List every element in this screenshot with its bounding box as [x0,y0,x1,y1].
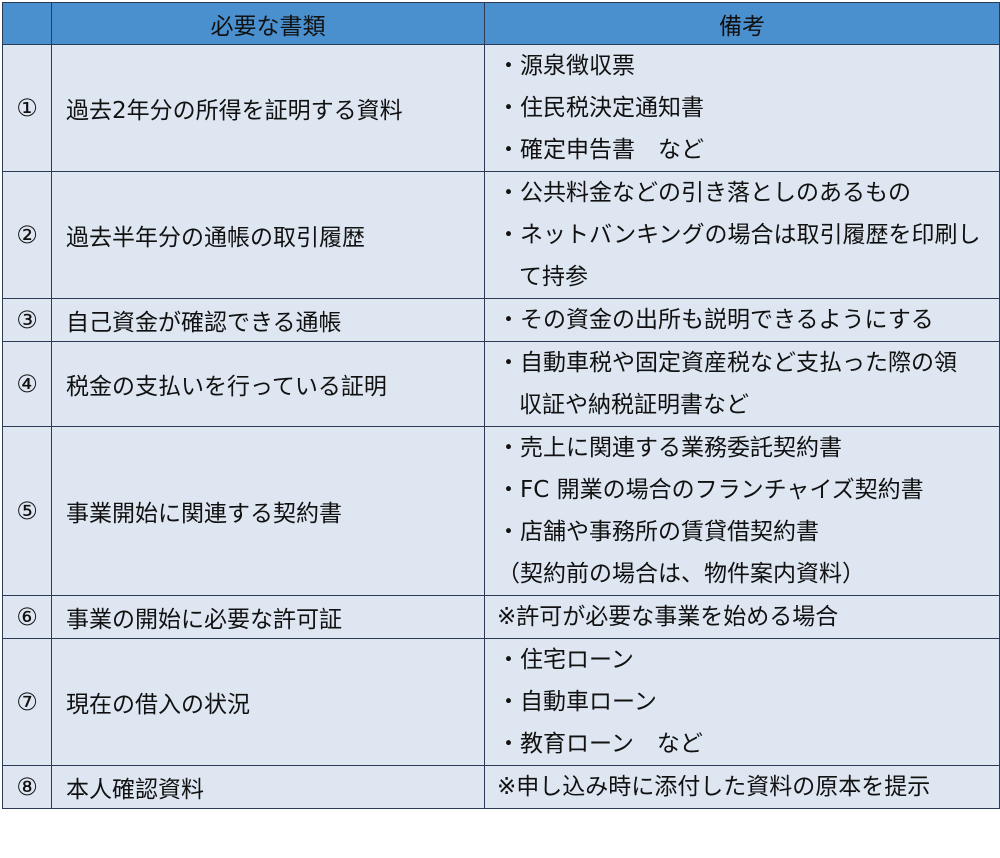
note-line: ・FC 開業の場合のフランチャイズ契約書 [497,477,924,503]
note-line: ・自動車ローン [497,689,657,715]
note-cell: ・源泉徴収票 ・住民税決定通知書 ・確定申告書 など [484,44,1000,172]
note-cell: ※許可が必要な事業を始める場合 [484,595,1000,639]
note-line: ※申し込み時に添付した資料の原本を提示 [497,774,931,800]
note-line: ・自動車税や固定資産税など支払った際の領 [497,350,957,376]
header-document: 必要な書類 [51,2,485,45]
note-line: 収証や納税証明書など [519,392,749,418]
row-number: ④ [2,341,52,427]
note-line: ・住宅ローン [497,647,634,673]
table-row: ② 過去半年分の通帳の取引履歴 ・公共料金などの引き落としのあるもの ・ネットバ… [2,171,1000,299]
note-cell: ・その資金の出所も説明できるようにする [484,298,1000,342]
note-line: ・店舗や事務所の賃貸借契約書 [497,519,819,545]
row-number: ⑦ [2,638,52,766]
note-line: て持参 [519,264,588,290]
note-line: ・公共料金などの引き落としのあるもの [497,180,911,206]
header-row: 必要な書類 備考 [2,2,1000,45]
required-documents-table: 必要な書類 備考 ① 過去2年分の所得を証明する資料 ・源泉徴収票 ・住民税決定… [2,2,1000,809]
note-cell: ・自動車税や固定資産税など支払った際の領 収証や納税証明書など [484,341,1000,427]
document-name: 事業開始に関連する契約書 [51,426,485,596]
table-row: ⑤ 事業開始に関連する契約書 ・売上に関連する業務委託契約書 ・FC 開業の場合… [2,426,1000,596]
row-number: ⑤ [2,426,52,596]
note-cell: ※申し込み時に添付した資料の原本を提示 [484,765,1000,809]
row-number: ⑥ [2,595,52,639]
document-name: 過去半年分の通帳の取引履歴 [51,171,485,299]
document-name: 本人確認資料 [51,765,485,809]
document-name: 自己資金が確認できる通帳 [51,298,485,342]
note-line: ・その資金の出所も説明できるようにする [497,307,934,333]
table-row: ⑥ 事業の開始に必要な許可証 ※許可が必要な事業を始める場合 [2,595,1000,639]
document-name: 税金の支払いを行っている証明 [51,341,485,427]
row-number: ⑧ [2,765,52,809]
note-line: ※許可が必要な事業を始める場合 [497,604,839,630]
note-line: ・売上に関連する業務委託契約書 [497,435,842,461]
note-line: （契約前の場合は、物件案内資料） [497,561,865,587]
table-row: ① 過去2年分の所得を証明する資料 ・源泉徴収票 ・住民税決定通知書 ・確定申告… [2,44,1000,172]
document-name: 現在の借入の状況 [51,638,485,766]
table-row: ③ 自己資金が確認できる通帳 ・その資金の出所も説明できるようにする [2,298,1000,342]
row-number: ② [2,171,52,299]
table-row: ⑦ 現在の借入の状況 ・住宅ローン ・自動車ローン ・教育ローン など [2,638,1000,766]
note-line: ・ネットバンキングの場合は取引履歴を印刷し [497,222,981,248]
note-line: ・確定申告書 など [497,137,704,163]
table-row: ⑧ 本人確認資料 ※申し込み時に添付した資料の原本を提示 [2,765,1000,809]
header-number [2,2,52,45]
note-line: ・源泉徴収票 [497,53,635,79]
header-note: 備考 [484,2,1000,45]
row-number: ③ [2,298,52,342]
row-number: ① [2,44,52,172]
note-cell: ・住宅ローン ・自動車ローン ・教育ローン など [484,638,1000,766]
note-cell: ・売上に関連する業務委託契約書 ・FC 開業の場合のフランチャイズ契約書 ・店舗… [484,426,1000,596]
note-line: ・教育ローン など [497,731,703,757]
table-row: ④ 税金の支払いを行っている証明 ・自動車税や固定資産税など支払った際の領 収証… [2,341,1000,427]
note-line: ・住民税決定通知書 [497,95,704,121]
document-name: 事業の開始に必要な許可証 [51,595,485,639]
note-cell: ・公共料金などの引き落としのあるもの ・ネットバンキングの場合は取引履歴を印刷し… [484,171,1000,299]
document-name: 過去2年分の所得を証明する資料 [51,44,485,172]
